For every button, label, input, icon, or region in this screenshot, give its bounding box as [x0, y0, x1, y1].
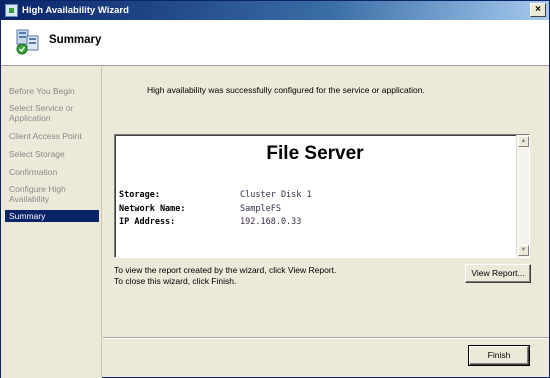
wizard-header: Summary [1, 20, 549, 66]
footer-divider [103, 337, 549, 339]
summary-report-pane: File Server Storage: Cluster Disk 1 Netw… [114, 134, 530, 258]
close-button[interactable]: × [530, 3, 546, 17]
wizard-steps-sidebar: Before You Begin Select Service or Appli… [1, 67, 102, 378]
report-value: SampleFS [240, 204, 281, 214]
report-heading: File Server [266, 143, 364, 164]
scroll-up-arrow[interactable]: ▲ [518, 136, 529, 147]
sidebar-item-confirmation[interactable]: Confirmation [5, 166, 99, 178]
sidebar-item-configure-high-availability[interactable]: Configure High Availability [5, 183, 99, 205]
cluster-wizard-icon [16, 29, 39, 55]
page-title: Summary [49, 34, 102, 46]
finish-button[interactable]: Finish [468, 345, 530, 366]
sidebar-item-summary[interactable]: Summary [5, 210, 99, 222]
report-scrollbar[interactable]: ▲ ▼ [516, 135, 529, 257]
report-key: Network Name: [119, 204, 186, 214]
window-title: High Availability Wizard [22, 5, 129, 16]
finish-instruction: To close this wizard, click Finish. [114, 276, 237, 286]
view-report-button[interactable]: View Report... [465, 264, 531, 283]
report-key: Storage: [119, 190, 160, 200]
wizard-window: High Availability Wizard × Summary Befor… [0, 0, 550, 378]
report-value: 192.168.0.33 [240, 217, 302, 227]
sidebar-item-select-storage[interactable]: Select Storage [5, 148, 99, 160]
sidebar-item-client-access-point[interactable]: Client Access Point [5, 130, 99, 142]
scroll-down-arrow[interactable]: ▼ [518, 245, 529, 256]
sidebar-item-select-service[interactable]: Select Service or Application [5, 102, 99, 124]
title-bar[interactable]: High Availability Wizard × [1, 1, 549, 20]
sidebar-item-before-you-begin[interactable]: Before You Begin [5, 85, 99, 97]
close-icon: × [535, 4, 541, 15]
report-value: Cluster Disk 1 [240, 190, 312, 200]
view-report-instruction: To view the report created by the wizard… [114, 265, 337, 275]
wizard-content: High availability was successfully confi… [103, 67, 549, 337]
report-key: IP Address: [119, 217, 176, 227]
success-message: High availability was successfully confi… [147, 85, 425, 95]
wizard-app-icon [5, 4, 18, 17]
